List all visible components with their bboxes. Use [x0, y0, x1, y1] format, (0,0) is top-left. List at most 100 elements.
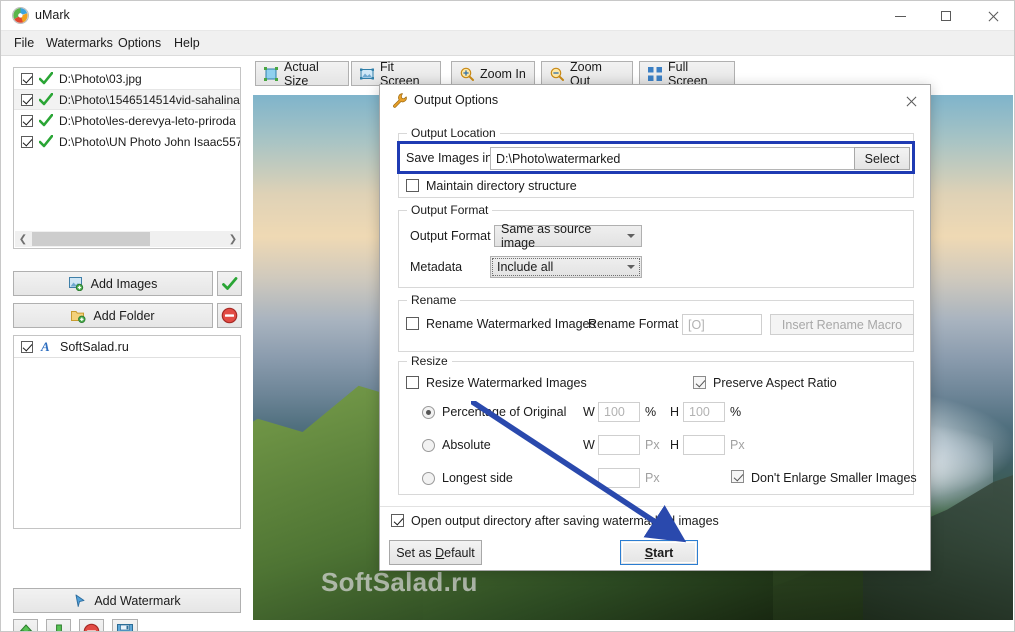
select-folder-button[interactable]: Select	[854, 147, 910, 170]
footer-divider	[380, 506, 930, 507]
save-watermark-button[interactable]	[112, 619, 138, 631]
file-checkbox[interactable]	[21, 93, 33, 106]
preserve-aspect-ratio-label: Preserve Aspect Ratio	[713, 376, 837, 390]
watermark-list[interactable]: A SoftSalad.ru	[13, 335, 241, 529]
arrow-down-icon	[55, 624, 62, 631]
full-screen-button[interactable]: Full Screen	[639, 60, 735, 88]
absolute-w-label: W	[583, 438, 595, 452]
add-folder-label: Add Folder	[93, 308, 155, 323]
dont-enlarge-label: Don't Enlarge Smaller Images	[751, 471, 917, 485]
longest-side-input[interactable]	[598, 468, 640, 488]
scrollbar-thumb[interactable]	[32, 232, 150, 246]
metadata-select[interactable]: Include all	[490, 256, 642, 278]
remove-all-button[interactable]	[217, 303, 242, 328]
zoom-out-button[interactable]: Zoom Out	[541, 60, 633, 88]
fit-screen-button[interactable]: Fit Screen	[351, 60, 441, 88]
start-button[interactable]: Start	[620, 540, 698, 565]
absolute-h-input[interactable]	[683, 435, 725, 455]
zoom-in-icon	[460, 67, 474, 81]
status-ok-icon	[38, 92, 54, 106]
rename-format-label: Rename Format	[588, 317, 679, 331]
watermark-checkbox[interactable]	[21, 340, 33, 353]
scroll-left-icon[interactable]: ❮	[15, 231, 31, 247]
close-button[interactable]	[969, 1, 1014, 31]
list-item[interactable]: D:\Photo\03.jpg	[14, 68, 240, 89]
set-as-default-label: Set as Default	[396, 545, 475, 560]
scroll-right-icon[interactable]: ❯	[225, 231, 240, 247]
maximize-icon	[941, 11, 951, 21]
absolute-w-unit: Px	[645, 438, 660, 452]
maximize-button[interactable]	[923, 1, 969, 31]
output-path-input[interactable]: D:\Photo\watermarked	[490, 147, 909, 170]
red-remove-icon	[221, 307, 238, 324]
add-folder-button[interactable]: Add Folder	[13, 303, 213, 328]
percentage-w-input[interactable]: 100	[598, 402, 640, 422]
rename-watermarked-label: Rename Watermarked Images	[426, 317, 596, 331]
preview-watermark-text: SoftSalad.ru	[321, 567, 478, 597]
output-format-value: Same as source image	[501, 222, 592, 250]
status-ok-icon	[38, 113, 54, 127]
percentage-of-original-radio[interactable]	[422, 406, 435, 419]
minimize-button[interactable]	[877, 1, 923, 31]
rename-watermarked-checkbox[interactable]	[406, 317, 419, 330]
actual-size-label: Actual Size	[284, 59, 319, 88]
preserve-aspect-ratio-checkbox[interactable]	[693, 376, 706, 389]
file-path: D:\Photo\les-derevya-leto-priroda	[59, 113, 236, 128]
text-watermark-icon: A	[40, 340, 53, 353]
file-checkbox[interactable]	[21, 114, 33, 127]
add-watermark-icon	[73, 594, 87, 608]
rename-group-label: Rename	[407, 293, 461, 307]
move-watermark-up-button[interactable]	[13, 619, 38, 631]
move-watermark-down-button[interactable]	[46, 619, 71, 631]
menu-watermarks[interactable]: Watermarks	[41, 35, 118, 51]
output-format-select[interactable]: Same as source image	[494, 222, 642, 250]
dont-enlarge-checkbox[interactable]	[731, 470, 744, 483]
add-images-button[interactable]: Add Images	[13, 271, 213, 296]
actual-size-button[interactable]: Actual Size	[255, 59, 349, 88]
percentage-h-input[interactable]: 100	[683, 402, 725, 422]
insert-rename-macro-button[interactable]: Insert Rename Macro	[770, 314, 914, 335]
menu-help[interactable]: Help	[169, 35, 205, 51]
dialog-close-button[interactable]	[896, 89, 924, 113]
start-label: Start	[644, 545, 674, 560]
list-item[interactable]: A SoftSalad.ru	[14, 336, 240, 358]
file-list-horizontal-scrollbar[interactable]: ❮ ❯	[15, 231, 240, 247]
longest-side-label: Longest side	[442, 471, 513, 485]
longest-side-radio[interactable]	[422, 472, 435, 485]
file-path: D:\Photo\1546514514vid-sahalina.	[59, 92, 240, 107]
percentage-h-label: H	[670, 405, 680, 419]
zoom-in-button[interactable]: Zoom In	[451, 61, 535, 86]
window-title: uMark	[35, 8, 70, 22]
menu-file[interactable]: File	[9, 35, 39, 51]
absolute-w-input[interactable]	[598, 435, 640, 455]
file-checkbox[interactable]	[21, 72, 33, 85]
open-output-directory-checkbox[interactable]	[391, 514, 404, 527]
output-format-group-label: Output Format	[407, 203, 493, 217]
check-all-button[interactable]	[217, 271, 242, 296]
output-path-value: D:\Photo\watermarked	[496, 151, 621, 166]
absolute-radio[interactable]	[422, 439, 435, 452]
menu-options[interactable]: Options	[113, 35, 166, 51]
output-options-dialog: Output Options Output Location Save Imag…	[379, 84, 931, 571]
set-as-default-button[interactable]: Set as Default	[389, 540, 482, 565]
arrow-up-icon	[18, 623, 33, 631]
image-file-list[interactable]: D:\Photo\03.jpg D:\Photo\1546514514vid-s…	[13, 67, 241, 249]
absolute-h-unit: Px	[730, 438, 745, 452]
accel-letter: S	[644, 545, 654, 560]
file-checkbox[interactable]	[21, 135, 33, 148]
add-watermark-button[interactable]: Add Watermark	[13, 588, 241, 613]
insert-rename-macro-label: Insert Rename Macro	[781, 317, 903, 332]
file-path: D:\Photo\03.jpg	[59, 71, 142, 86]
list-item[interactable]: D:\Photo\les-derevya-leto-priroda	[14, 110, 240, 131]
add-images-label: Add Images	[90, 276, 158, 291]
status-ok-icon	[38, 71, 54, 85]
delete-watermark-button[interactable]	[79, 619, 104, 631]
percentage-h-unit: %	[730, 405, 742, 419]
maintain-directory-structure-checkbox[interactable]	[406, 179, 419, 192]
list-item[interactable]: D:\Photo\1546514514vid-sahalina.	[14, 89, 240, 110]
maintain-directory-structure-label: Maintain directory structure	[426, 179, 577, 193]
rename-format-input[interactable]: [O]	[682, 314, 762, 335]
list-item[interactable]: D:\Photo\UN Photo John Isaac557	[14, 131, 240, 152]
chevron-down-icon	[627, 234, 635, 238]
resize-watermarked-checkbox[interactable]	[406, 376, 419, 389]
